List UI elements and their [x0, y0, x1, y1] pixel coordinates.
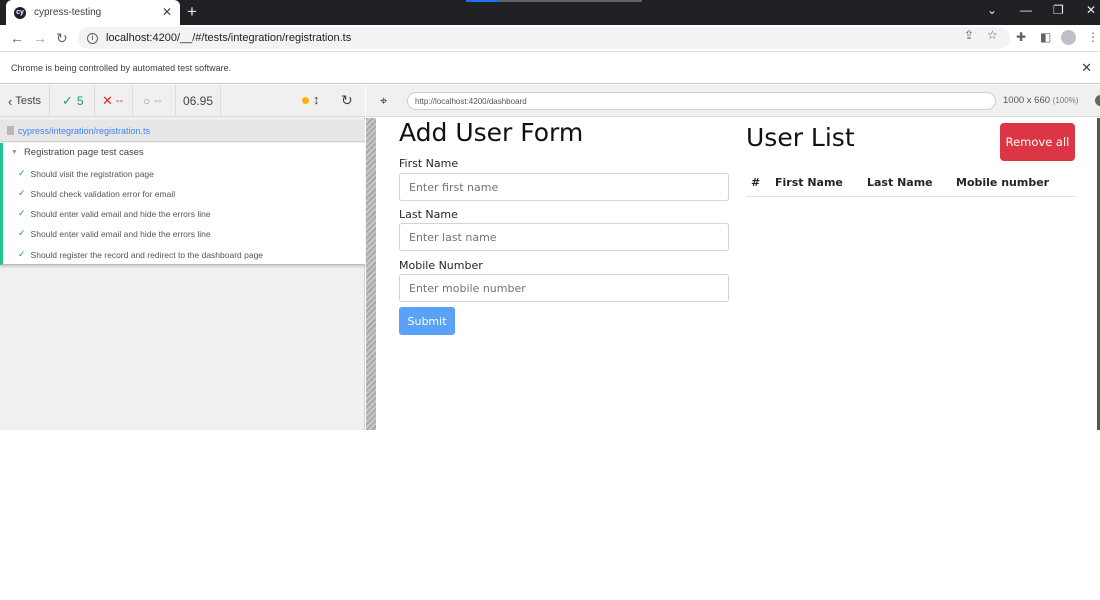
- first-name-field[interactable]: Enter first name: [399, 173, 729, 201]
- aut-iframe: Add User Form First Name Enter first nam…: [376, 118, 1097, 430]
- side-panel-icon[interactable]: ◧: [1040, 30, 1051, 44]
- suite-header[interactable]: ▼ Registration page test cases: [11, 147, 144, 158]
- test-title: Should check validation error for email: [30, 188, 176, 199]
- test-item[interactable]: ✓ Should enter valid email and hide the …: [18, 208, 211, 219]
- check-icon: ✓: [18, 249, 26, 259]
- pending-count: ○ --: [133, 85, 176, 117]
- check-icon: ✓: [18, 228, 26, 238]
- viewport-info-icon[interactable]: [1095, 95, 1100, 106]
- automation-infobar: Chrome is being controlled by automated …: [0, 51, 1100, 84]
- passed-count-value: 5: [76, 94, 84, 108]
- test-title: Should register the record and redirect …: [30, 249, 264, 260]
- tab-search-icon[interactable]: ⌄: [987, 3, 997, 17]
- bookmark-star-icon[interactable]: ☆: [987, 28, 998, 42]
- test-title: Should enter valid email and hide the er…: [30, 208, 211, 219]
- test-item[interactable]: ✓ Should register the record and redirec…: [18, 249, 263, 260]
- first-name-label: First Name: [399, 157, 459, 170]
- address-url: localhost:4200/__/#/tests/integration/re…: [106, 32, 352, 44]
- test-suite: ▼ Registration page test cases ✓ Should …: [0, 143, 365, 265]
- aut-header: ⌖ http://localhost:4200/dashboard 1000 x…: [366, 85, 1100, 117]
- new-tab-icon[interactable]: +: [187, 2, 197, 22]
- infobar-close-icon[interactable]: ✕: [1081, 60, 1092, 76]
- passed-count: ✓ 5: [50, 85, 95, 117]
- check-icon: ✓: [62, 93, 73, 108]
- aut-stage: Add User Form First Name Enter first nam…: [366, 118, 1100, 430]
- tab-title: cypress-testing: [34, 7, 102, 18]
- back-arrow-icon[interactable]: ←: [10, 30, 24, 46]
- chrome-menu-icon[interactable]: ⋮: [1087, 30, 1099, 44]
- submit-button[interactable]: Submit: [399, 307, 455, 335]
- remove-all-button[interactable]: Remove all: [1000, 123, 1075, 161]
- profile-avatar-icon[interactable]: [1061, 30, 1076, 45]
- last-name-label: Last Name: [399, 208, 458, 221]
- selector-playground-crosshair-icon[interactable]: ⌖: [380, 93, 387, 109]
- mobile-number-field[interactable]: Enter mobile number: [399, 274, 729, 302]
- form-title: Add User Form: [399, 118, 584, 147]
- cypress-reporter: ‹ Tests ✓ 5 ✕ -- ○ -- 06.95 ↕ ↻ cypress/…: [0, 85, 365, 430]
- viewport-scale: (100%): [1052, 96, 1079, 105]
- aut-stripe-border: [366, 118, 376, 430]
- viewport-size[interactable]: 1000 x 660 (100%): [1003, 95, 1078, 106]
- last-name-field[interactable]: Enter last name: [399, 223, 729, 251]
- test-item[interactable]: ✓ Should check validation error for emai…: [18, 188, 175, 199]
- check-icon: ✓: [18, 188, 26, 198]
- check-icon: ✓: [18, 208, 26, 218]
- restore-icon[interactable]: ❐: [1053, 3, 1064, 17]
- file-icon: [7, 126, 14, 135]
- address-bar[interactable]: i localhost:4200/__/#/tests/integration/…: [78, 27, 1010, 49]
- column-header-index: #: [751, 176, 761, 189]
- back-to-tests-button[interactable]: ‹ Tests: [0, 85, 50, 117]
- browser-titlebar: cy cypress-testing ✕ + ⌄ — ❐ ✕: [0, 0, 1100, 25]
- aut-url-bar: http://localhost:4200/dashboard: [407, 92, 996, 110]
- window-close-icon[interactable]: ✕: [1086, 3, 1096, 17]
- tab-close-icon[interactable]: ✕: [162, 5, 172, 19]
- titlebar-accent-blue: [466, 0, 500, 2]
- column-header-first-name: First Name: [775, 176, 843, 189]
- user-table-header: # First Name Last Name Mobile number: [746, 170, 1075, 197]
- viewport-dimensions: 1000 x 660: [1003, 95, 1051, 106]
- suite-title: Registration page test cases: [23, 147, 144, 158]
- browser-tab[interactable]: cy cypress-testing ✕: [6, 0, 180, 25]
- back-to-tests-label: Tests: [15, 95, 42, 107]
- browser-toolbar: ← → ↻ i localhost:4200/__/#/tests/integr…: [0, 25, 1100, 51]
- auto-scroll-icon[interactable]: ↕: [313, 92, 320, 107]
- duration: 06.95: [176, 85, 221, 117]
- reporter-header: ‹ Tests ✓ 5 ✕ -- ○ -- 06.95 ↕ ↻: [0, 85, 365, 117]
- check-icon: ✓: [18, 168, 26, 178]
- rerun-icon[interactable]: ↻: [341, 92, 353, 109]
- column-header-last-name: Last Name: [867, 176, 933, 189]
- forward-arrow-icon[interactable]: →: [33, 30, 47, 46]
- caret-down-icon: ▼: [11, 149, 18, 156]
- minimize-icon[interactable]: —: [1020, 3, 1032, 17]
- running-indicator-icon: [302, 97, 309, 104]
- test-item[interactable]: ✓ Should enter valid email and hide the …: [18, 228, 211, 239]
- infobar-message: Chrome is being controlled by automated …: [11, 62, 232, 73]
- reload-icon[interactable]: ↻: [56, 30, 68, 47]
- test-title: Should visit the registration page: [30, 168, 154, 179]
- spec-path-link[interactable]: cypress/integration/registration.ts: [18, 126, 150, 136]
- site-info-icon[interactable]: i: [87, 32, 98, 44]
- chevron-left-icon: ‹: [8, 93, 13, 109]
- failed-count: ✕ --: [95, 85, 133, 117]
- user-list-title: User List: [746, 123, 855, 152]
- test-item[interactable]: ✓ Should visit the registration page: [18, 168, 154, 179]
- column-header-mobile-number: Mobile number: [956, 176, 1050, 189]
- spec-file-bar: cypress/integration/registration.ts: [0, 120, 365, 142]
- test-title: Should enter valid email and hide the er…: [30, 228, 211, 239]
- pending-circle-icon: ○: [143, 94, 151, 108]
- extensions-icon[interactable]: ✚: [1016, 30, 1026, 44]
- x-icon: ✕: [102, 93, 113, 108]
- pending-count-value: --: [154, 95, 162, 107]
- cypress-favicon-icon: cy: [14, 6, 26, 19]
- failed-count-value: --: [115, 95, 124, 107]
- share-icon[interactable]: ⇪: [964, 28, 974, 42]
- mobile-number-label: Mobile Number: [399, 259, 483, 272]
